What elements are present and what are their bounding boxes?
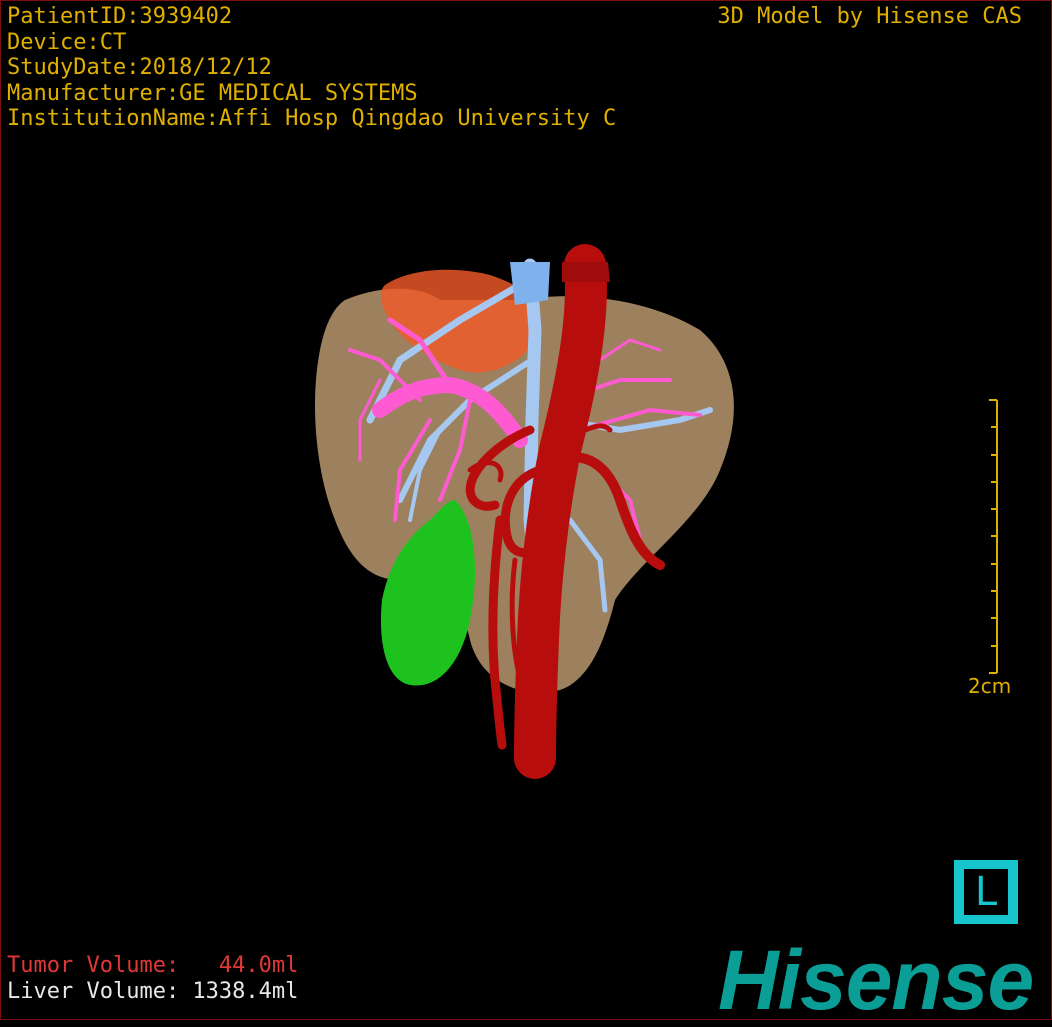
model-credit: 3D Model by Hisense CAS bbox=[717, 4, 1022, 29]
liver-volume: Liver Volume: 1338.4ml bbox=[7, 979, 299, 1004]
hepatic-vein-inflow bbox=[510, 262, 550, 305]
orientation-marker[interactable]: L bbox=[954, 860, 1018, 924]
patient-id: PatientID:3939402 bbox=[7, 4, 233, 29]
orientation-marker-label: L bbox=[964, 869, 1008, 915]
tumor-volume: Tumor Volume: 44.0ml bbox=[7, 953, 299, 978]
study-date: StudyDate:2018/12/12 bbox=[7, 55, 272, 80]
manufacturer: Manufacturer:GE MEDICAL SYSTEMS bbox=[7, 80, 418, 106]
patient-info-overlay: PatientID:3939402 Device:CT StudyDate:20… bbox=[7, 4, 616, 132]
device: Device:CT bbox=[7, 29, 127, 55]
scale-bar bbox=[989, 399, 998, 674]
3d-model-render[interactable] bbox=[0, 0, 1052, 1020]
aorta-cap bbox=[562, 262, 610, 282]
institution-name: InstitutionName:Affi Hosp Qingdao Univer… bbox=[7, 106, 617, 131]
hisense-logo: Hisense bbox=[718, 933, 1034, 1027]
scale-bar-label: 2cm bbox=[968, 674, 1012, 698]
